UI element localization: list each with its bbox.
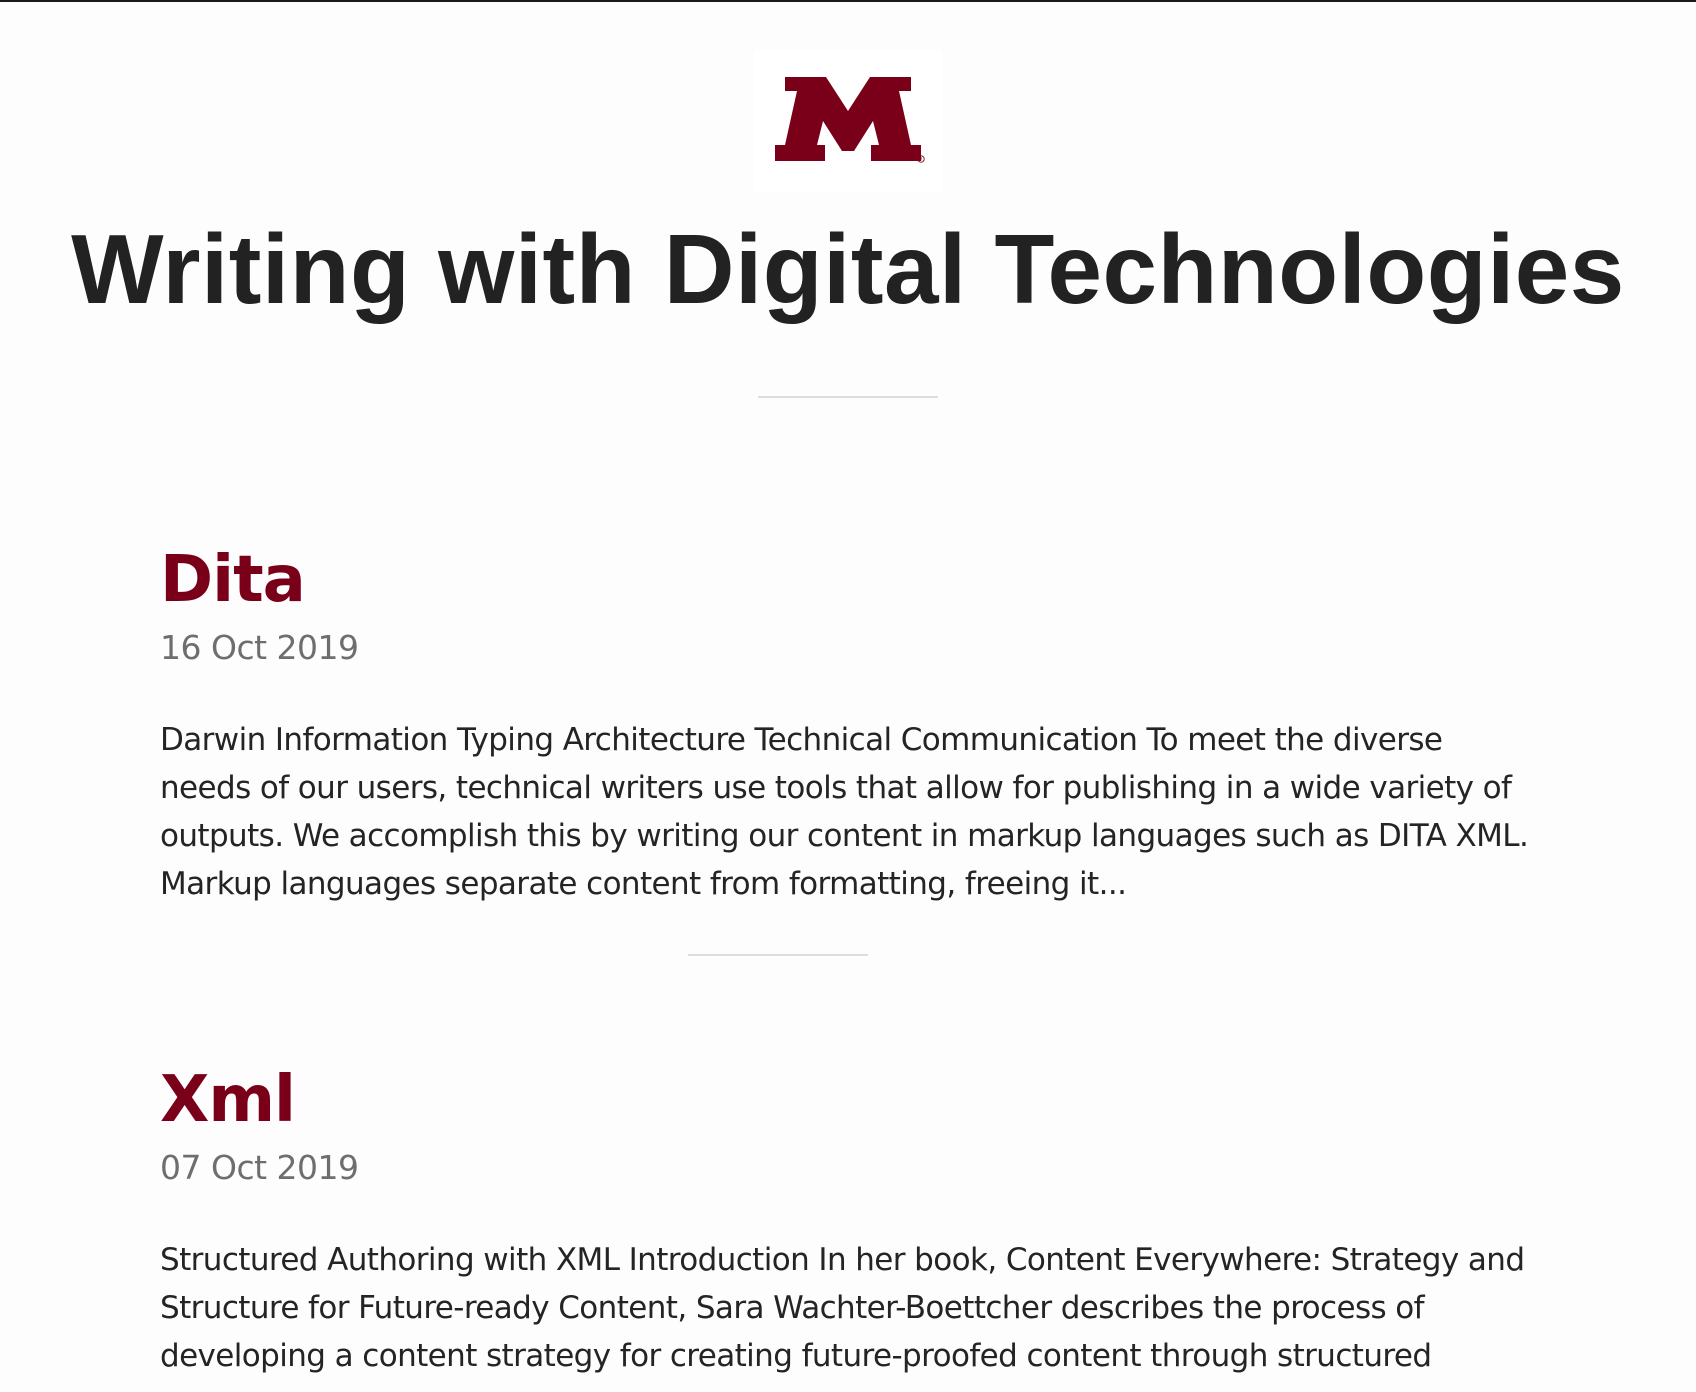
post-list: Dita 16 Oct 2019 Darwin Information Typi…: [0, 540, 1540, 1380]
post-excerpt: Darwin Information Typing Architecture T…: [160, 722, 1529, 902]
site-title[interactable]: Writing with Digital Technologies: [0, 214, 1696, 324]
post-item: Dita 16 Oct 2019 Darwin Information Typi…: [160, 540, 1540, 908]
university-m-logo-icon: R: [775, 77, 925, 163]
site-header: R Writing with Digital Technologies: [0, 2, 1696, 324]
post-item: Xml 07 Oct 2019 Structured Authoring wit…: [160, 1060, 1540, 1380]
post-date: 16 Oct 2019: [160, 628, 359, 667]
svg-text:R: R: [920, 157, 923, 162]
post-divider: [688, 954, 868, 956]
header-divider: [758, 396, 938, 398]
post-title-link[interactable]: Xml: [160, 1060, 1540, 1140]
post-title-link[interactable]: Dita: [160, 540, 1540, 620]
site-logo-link[interactable]: R: [754, 50, 942, 192]
post-excerpt: Structured Authoring with XML Introducti…: [160, 1242, 1525, 1374]
post-date: 07 Oct 2019: [160, 1148, 359, 1187]
